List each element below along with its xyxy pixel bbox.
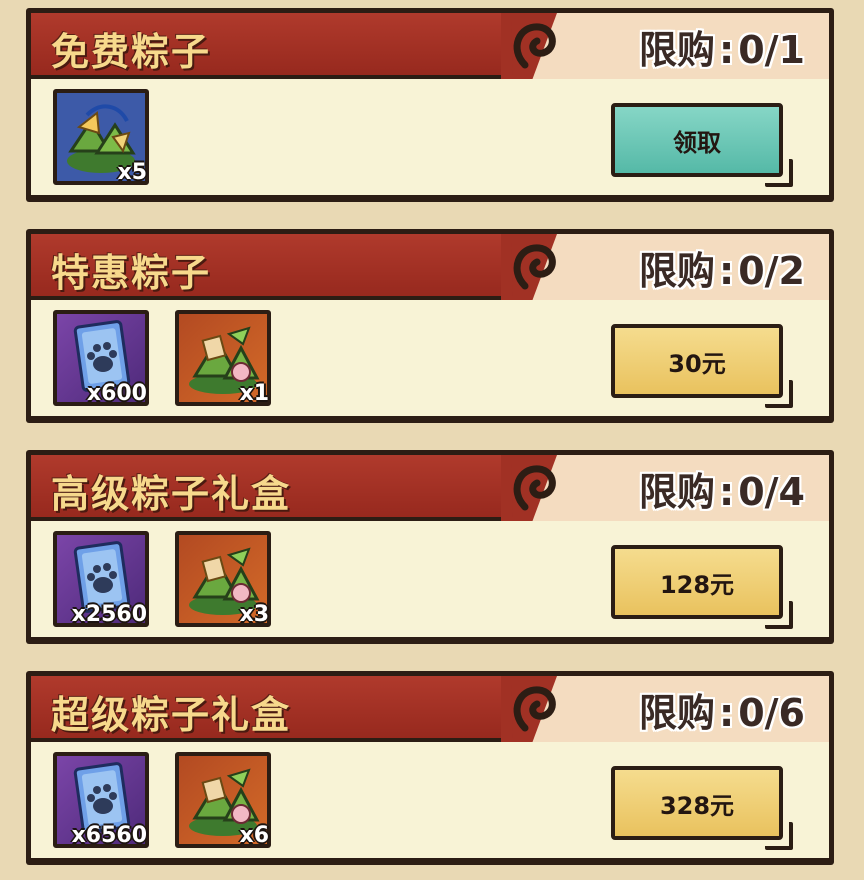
purchase-limit: 限购:0/4	[639, 461, 805, 516]
purchase-limit-value: 0/6	[738, 691, 805, 735]
purchase-limit-colon: :	[719, 28, 735, 72]
swirl-ornament	[503, 457, 565, 519]
reward-count: x6560	[71, 823, 147, 848]
reward-count: x600	[86, 381, 147, 406]
swirl-ornament-icon	[511, 240, 556, 296]
reward-count: x1	[239, 381, 270, 406]
purchase-limit-colon: :	[719, 249, 735, 293]
offer-card-body: 特惠粽子 限购:0/2 x600 x1 30元	[31, 234, 829, 416]
buy-button[interactable]: 328元	[611, 766, 793, 850]
offer-title: 超级粽子礼盒	[51, 693, 292, 737]
offer-card: 特惠粽子 限购:0/2 x600 x1 30元	[26, 229, 834, 423]
swirl-ornament-icon	[511, 461, 556, 517]
purchase-limit-label: 限购	[639, 28, 716, 72]
buy-button[interactable]: 30元	[611, 324, 793, 408]
offer-card: 免费粽子 限购:0/1 x5 领取	[26, 8, 834, 202]
reward-item[interactable]: x6	[175, 752, 271, 848]
reward-count: x6	[239, 823, 270, 848]
gift-pack-list: 免费粽子 限购:0/1 x5 领取 特惠粽子 限购:0/2 x600 x1 30…	[0, 0, 864, 880]
offer-card: 高级粽子礼盒 限购:0/4 x2560 x3 128元	[26, 450, 834, 644]
purchase-limit: 限购:0/1	[639, 19, 805, 74]
purchase-limit-label: 限购	[639, 249, 716, 293]
purchase-limit-value: 0/2	[738, 249, 805, 293]
offer-title: 特惠粽子	[51, 251, 212, 295]
swirl-ornament	[503, 236, 565, 298]
reward-count: x2560	[71, 602, 147, 627]
purchase-limit-value: 0/4	[738, 470, 805, 514]
reward-item[interactable]: x1	[175, 310, 271, 406]
reward-item[interactable]: x600	[53, 310, 149, 406]
claim-button[interactable]: 领取	[611, 103, 793, 187]
swirl-ornament	[503, 678, 565, 740]
offer-title: 免费粽子	[51, 30, 212, 74]
purchase-limit-label: 限购	[639, 691, 716, 735]
reward-item[interactable]: x2560	[53, 531, 149, 627]
purchase-limit-value: 0/1	[738, 28, 805, 72]
swirl-ornament	[503, 15, 565, 77]
purchase-limit: 限购:0/2	[639, 240, 805, 295]
reward-item[interactable]: x3	[175, 531, 271, 627]
reward-count: x3	[239, 602, 270, 627]
reward-count: x5	[117, 160, 148, 185]
purchase-limit-label: 限购	[639, 470, 716, 514]
offer-card: 超级粽子礼盒 限购:0/6 x6560 x6 328元	[26, 671, 834, 865]
buy-button[interactable]: 128元	[611, 545, 793, 629]
offer-title: 高级粽子礼盒	[51, 472, 292, 516]
offer-card-body: 超级粽子礼盒 限购:0/6 x6560 x6 328元	[31, 676, 829, 858]
purchase-limit-colon: :	[719, 691, 735, 735]
offer-card-body: 免费粽子 限购:0/1 x5 领取	[31, 13, 829, 195]
swirl-ornament-icon	[511, 19, 556, 75]
reward-item[interactable]: x6560	[53, 752, 149, 848]
swirl-ornament-icon	[511, 682, 556, 738]
reward-item[interactable]: x5	[53, 89, 149, 185]
offer-card-body: 高级粽子礼盒 限购:0/4 x2560 x3 128元	[31, 455, 829, 637]
purchase-limit: 限购:0/6	[639, 682, 805, 737]
purchase-limit-colon: :	[719, 470, 735, 514]
